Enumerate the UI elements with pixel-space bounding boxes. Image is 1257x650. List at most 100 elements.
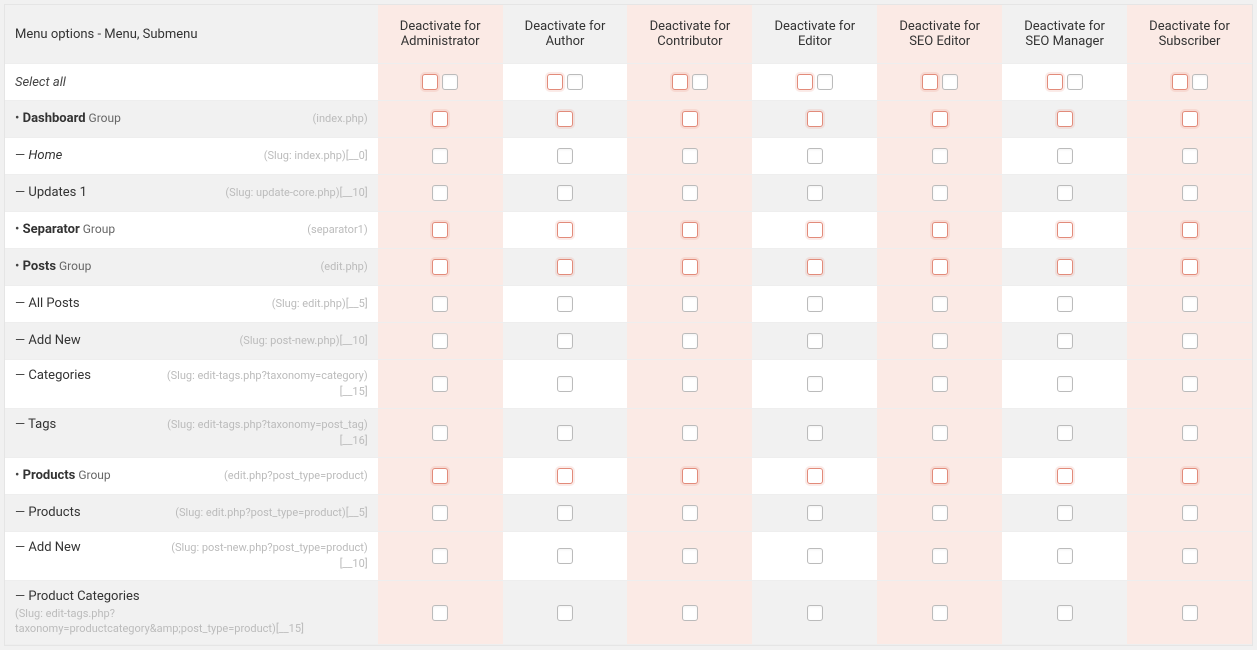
item-checkbox[interactable]: [682, 548, 698, 564]
select-all-sub-checkbox[interactable]: [1192, 74, 1208, 90]
item-checkbox[interactable]: [1182, 376, 1198, 392]
item-checkbox[interactable]: [932, 505, 948, 521]
select-all-group-checkbox[interactable]: [797, 74, 813, 90]
group-checkbox[interactable]: [682, 222, 698, 238]
item-checkbox[interactable]: [432, 425, 448, 441]
item-checkbox[interactable]: [932, 425, 948, 441]
item-checkbox[interactable]: [1057, 148, 1073, 164]
group-checkbox[interactable]: [1182, 111, 1198, 127]
item-checkbox[interactable]: [1182, 425, 1198, 441]
item-checkbox[interactable]: [1057, 185, 1073, 201]
item-checkbox[interactable]: [807, 296, 823, 312]
item-checkbox[interactable]: [682, 185, 698, 201]
group-checkbox[interactable]: [432, 111, 448, 127]
select-all-group-checkbox[interactable]: [922, 74, 938, 90]
item-checkbox[interactable]: [682, 605, 698, 621]
item-checkbox[interactable]: [1057, 605, 1073, 621]
group-checkbox[interactable]: [432, 222, 448, 238]
group-checkbox[interactable]: [1182, 259, 1198, 275]
item-checkbox[interactable]: [432, 376, 448, 392]
group-checkbox[interactable]: [1182, 222, 1198, 238]
group-checkbox[interactable]: [557, 111, 573, 127]
item-checkbox[interactable]: [1182, 605, 1198, 621]
item-checkbox[interactable]: [557, 548, 573, 564]
item-checkbox[interactable]: [1182, 333, 1198, 349]
item-checkbox[interactable]: [682, 333, 698, 349]
item-checkbox[interactable]: [1182, 505, 1198, 521]
group-checkbox[interactable]: [557, 222, 573, 238]
item-checkbox[interactable]: [557, 333, 573, 349]
select-all-group-checkbox[interactable]: [422, 74, 438, 90]
select-all-sub-checkbox[interactable]: [942, 74, 958, 90]
group-checkbox[interactable]: [557, 259, 573, 275]
item-checkbox[interactable]: [1182, 548, 1198, 564]
group-checkbox[interactable]: [807, 468, 823, 484]
item-checkbox[interactable]: [557, 185, 573, 201]
select-all-sub-checkbox[interactable]: [1067, 74, 1083, 90]
group-checkbox[interactable]: [1057, 468, 1073, 484]
select-all-group-checkbox[interactable]: [672, 74, 688, 90]
item-checkbox[interactable]: [432, 185, 448, 201]
select-all-group-checkbox[interactable]: [547, 74, 563, 90]
item-checkbox[interactable]: [1057, 548, 1073, 564]
item-checkbox[interactable]: [432, 148, 448, 164]
item-checkbox[interactable]: [932, 333, 948, 349]
item-checkbox[interactable]: [432, 605, 448, 621]
item-checkbox[interactable]: [557, 376, 573, 392]
item-checkbox[interactable]: [557, 505, 573, 521]
group-checkbox[interactable]: [932, 468, 948, 484]
select-all-group-checkbox[interactable]: [1047, 74, 1063, 90]
item-checkbox[interactable]: [432, 296, 448, 312]
select-all-sub-checkbox[interactable]: [442, 74, 458, 90]
item-checkbox[interactable]: [1182, 296, 1198, 312]
item-checkbox[interactable]: [682, 376, 698, 392]
item-checkbox[interactable]: [1057, 505, 1073, 521]
item-checkbox[interactable]: [807, 185, 823, 201]
item-checkbox[interactable]: [807, 376, 823, 392]
group-checkbox[interactable]: [807, 111, 823, 127]
item-checkbox[interactable]: [807, 148, 823, 164]
item-checkbox[interactable]: [432, 333, 448, 349]
group-checkbox[interactable]: [932, 222, 948, 238]
item-checkbox[interactable]: [682, 425, 698, 441]
item-checkbox[interactable]: [1057, 333, 1073, 349]
select-all-sub-checkbox[interactable]: [692, 74, 708, 90]
group-checkbox[interactable]: [1057, 222, 1073, 238]
group-checkbox[interactable]: [1182, 468, 1198, 484]
item-checkbox[interactable]: [932, 296, 948, 312]
item-checkbox[interactable]: [557, 605, 573, 621]
item-checkbox[interactable]: [1057, 425, 1073, 441]
group-checkbox[interactable]: [807, 259, 823, 275]
item-checkbox[interactable]: [682, 296, 698, 312]
item-checkbox[interactable]: [807, 425, 823, 441]
group-checkbox[interactable]: [1057, 111, 1073, 127]
select-all-group-checkbox[interactable]: [1172, 74, 1188, 90]
group-checkbox[interactable]: [432, 468, 448, 484]
item-checkbox[interactable]: [932, 548, 948, 564]
item-checkbox[interactable]: [1182, 148, 1198, 164]
item-checkbox[interactable]: [557, 148, 573, 164]
group-checkbox[interactable]: [557, 468, 573, 484]
group-checkbox[interactable]: [1057, 259, 1073, 275]
item-checkbox[interactable]: [682, 505, 698, 521]
group-checkbox[interactable]: [932, 111, 948, 127]
item-checkbox[interactable]: [432, 548, 448, 564]
group-checkbox[interactable]: [432, 259, 448, 275]
item-checkbox[interactable]: [557, 296, 573, 312]
item-checkbox[interactable]: [682, 148, 698, 164]
item-checkbox[interactable]: [807, 333, 823, 349]
item-checkbox[interactable]: [932, 148, 948, 164]
item-checkbox[interactable]: [432, 505, 448, 521]
select-all-sub-checkbox[interactable]: [567, 74, 583, 90]
item-checkbox[interactable]: [807, 505, 823, 521]
item-checkbox[interactable]: [557, 425, 573, 441]
group-checkbox[interactable]: [682, 468, 698, 484]
group-checkbox[interactable]: [807, 222, 823, 238]
item-checkbox[interactable]: [932, 376, 948, 392]
item-checkbox[interactable]: [932, 605, 948, 621]
group-checkbox[interactable]: [932, 259, 948, 275]
item-checkbox[interactable]: [1057, 376, 1073, 392]
item-checkbox[interactable]: [1057, 296, 1073, 312]
group-checkbox[interactable]: [682, 111, 698, 127]
group-checkbox[interactable]: [682, 259, 698, 275]
